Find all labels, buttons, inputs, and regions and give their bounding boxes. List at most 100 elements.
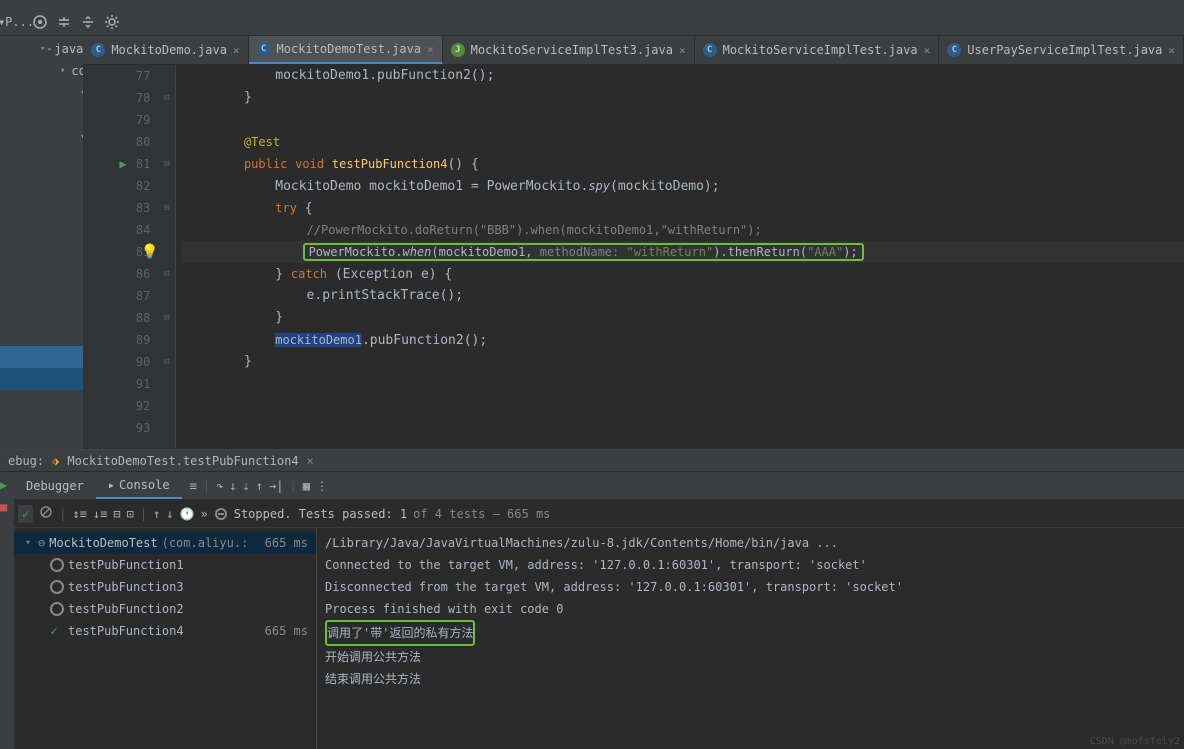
down-icon[interactable]: ↓ [166, 507, 173, 521]
run-config-name[interactable]: MockitoDemoTest.testPubFunction4 [67, 454, 298, 468]
close-icon[interactable]: × [233, 44, 240, 57]
more-icon[interactable]: ⋮ [316, 479, 328, 493]
stop-icon[interactable]: ■ [0, 500, 14, 514]
code-line[interactable]: public void testPubFunction4() { [181, 153, 1184, 175]
code-line[interactable]: try { [181, 197, 1184, 219]
tree-item[interactable]: C [0, 258, 83, 280]
run-config-icon: ⬗ [52, 454, 59, 468]
sort-icon[interactable]: ↕≡ [72, 507, 86, 521]
step-over-icon[interactable]: ↷ [216, 479, 223, 493]
tree-item[interactable]: ▸Cn [0, 346, 83, 368]
editor-tab[interactable]: CMockitoDemo.java× [83, 36, 248, 64]
code-line[interactable] [181, 109, 1184, 131]
step-out-icon[interactable]: ↑ [256, 479, 263, 493]
watermark: CSDN @mofsfely2 [1090, 736, 1180, 747]
code-line[interactable]: PowerMockito.when(mockitoDemo1, methodNa… [181, 241, 1184, 263]
bulb-icon[interactable]: 💡 [141, 241, 158, 263]
run-gutter-icon[interactable]: ▶ [119, 153, 126, 175]
close-icon[interactable]: × [679, 44, 686, 57]
target-icon[interactable] [32, 14, 48, 30]
tab-console[interactable]: ▸ Console [96, 472, 182, 499]
more2-icon[interactable]: » [201, 507, 208, 521]
tree-item[interactable]: ▸C [0, 236, 83, 258]
tree-item[interactable]: ▾mappe [0, 82, 83, 104]
tree-item[interactable]: C [0, 324, 83, 346]
code-line[interactable]: mockitoDemo1.pubFunction2(); [181, 329, 1184, 351]
close-icon[interactable]: × [427, 43, 434, 56]
close-icon[interactable]: × [307, 454, 314, 468]
debug-panel: ebug: ⬗ MockitoDemoTest.testPubFunction4… [0, 449, 1184, 749]
tree-item[interactable]: ▸user [0, 434, 83, 449]
code-editor[interactable]: mockitoDemo1.pubFunction2(); } @Test pub… [176, 65, 1184, 449]
editor-tab[interactable]: JMockitoServiceImplTest3.java× [443, 36, 695, 64]
code-line[interactable] [181, 395, 1184, 417]
code-line[interactable]: } [181, 307, 1184, 329]
code-line[interactable]: e.printStackTrace(); [181, 285, 1184, 307]
tree-item[interactable]: C [0, 368, 83, 390]
skip-icon [50, 558, 64, 572]
expand-all-icon[interactable]: ⊟ [113, 507, 120, 521]
step-into-icon[interactable]: ↓ [229, 479, 236, 493]
tree-item[interactable]: ▾s [0, 390, 83, 412]
test-tree[interactable]: ▾ ⊖ MockitoDemoTest (com.aliyu.: 665 ms … [14, 528, 317, 749]
check-icon[interactable]: ✓ [18, 505, 33, 523]
rerun-icon[interactable]: ▶ [0, 478, 14, 492]
project-dropdown[interactable]: ▾ P... [8, 14, 24, 30]
code-line[interactable]: } [181, 87, 1184, 109]
test-status: Stopped. Tests passed: 1 of 4 tests – 66… [214, 507, 551, 521]
project-tree[interactable]: ▾java▾com.aliyu▾mappeIUse▾service▸auth▾d… [0, 36, 83, 449]
collapse-all-icon[interactable]: ⊡ [127, 507, 134, 521]
tree-item[interactable]: C [0, 280, 83, 302]
code-line[interactable]: MockitoDemo mockitoDemo1 = PowerMockito.… [181, 175, 1184, 197]
disable-icon[interactable] [39, 505, 53, 522]
tree-item[interactable]: IUse [0, 104, 83, 126]
code-line[interactable]: //PowerMockito.doReturn("BBB").when(mock… [181, 219, 1184, 241]
test-root[interactable]: ▾ ⊖ MockitoDemoTest (com.aliyu.: 665 ms [14, 532, 316, 554]
test-item[interactable]: testPubFunction3 [14, 576, 316, 598]
up-icon[interactable]: ↑ [153, 507, 160, 521]
test-item[interactable]: ✓testPubFunction4665 ms [14, 620, 316, 642]
tree-item[interactable]: ▸auth [0, 148, 83, 170]
code-line[interactable] [181, 373, 1184, 395]
file-icon: J [451, 43, 465, 57]
collapse-icon[interactable] [80, 14, 96, 30]
code-line[interactable]: } catch (Exception e) { [181, 263, 1184, 285]
test-item[interactable]: testPubFunction2 [14, 598, 316, 620]
skip-icon [50, 580, 64, 594]
eval-icon[interactable]: ▦ [303, 479, 310, 493]
editor-tab[interactable]: CMockitoDemoTest.java× [249, 36, 443, 64]
editor-tab[interactable]: CMockitoServiceImplTest.java× [695, 36, 940, 64]
tree-item[interactable]: C [0, 302, 83, 324]
tree-item[interactable]: ▾service [0, 126, 83, 148]
gear-icon[interactable] [104, 14, 120, 30]
history-icon[interactable]: 🕐 [180, 507, 195, 521]
console-output[interactable]: /Library/Java/JavaVirtualMachines/zulu-8… [317, 528, 1184, 749]
code-line[interactable] [181, 417, 1184, 439]
file-icon: C [91, 43, 105, 57]
code-line[interactable]: mockitoDemo1.pubFunction2(); [181, 65, 1184, 87]
pass-icon: ✓ [50, 624, 64, 638]
tree-item[interactable]: ▾in [0, 192, 83, 214]
step-into2-icon[interactable]: ⇣ [243, 479, 250, 493]
main-toolbar: ▾ P... [0, 8, 1184, 36]
run-to-icon[interactable]: →| [269, 479, 283, 493]
close-icon[interactable]: × [924, 44, 931, 57]
close-icon[interactable]: × [1168, 44, 1175, 57]
fold-column[interactable]: ⊟⊟⊟⊟⊟⊟ [158, 65, 176, 449]
line-gutter: 77787980▶81828384💡858687888990919293 [83, 65, 158, 449]
debug-side-toolbar: ▶ ■ [0, 472, 14, 749]
tree-item[interactable]: ▾com.aliyu [0, 60, 83, 82]
sort2-icon[interactable]: ↓≡ [93, 507, 107, 521]
editor-tab[interactable]: CUserPayServiceImplTest.java× [939, 36, 1184, 64]
code-line[interactable]: @Test [181, 131, 1184, 153]
expand-icon[interactable] [56, 14, 72, 30]
tab-debugger[interactable]: Debugger [14, 472, 96, 499]
tree-item[interactable]: C [0, 412, 83, 434]
layout-icon[interactable]: ≡ [190, 479, 197, 493]
tree-item[interactable]: ▾java [0, 38, 83, 60]
code-line[interactable]: } [181, 351, 1184, 373]
tree-item[interactable]: C [0, 214, 83, 236]
test-item[interactable]: testPubFunction1 [14, 554, 316, 576]
breadcrumb-bar [0, 0, 1184, 8]
tree-item[interactable]: ▾dem [0, 170, 83, 192]
